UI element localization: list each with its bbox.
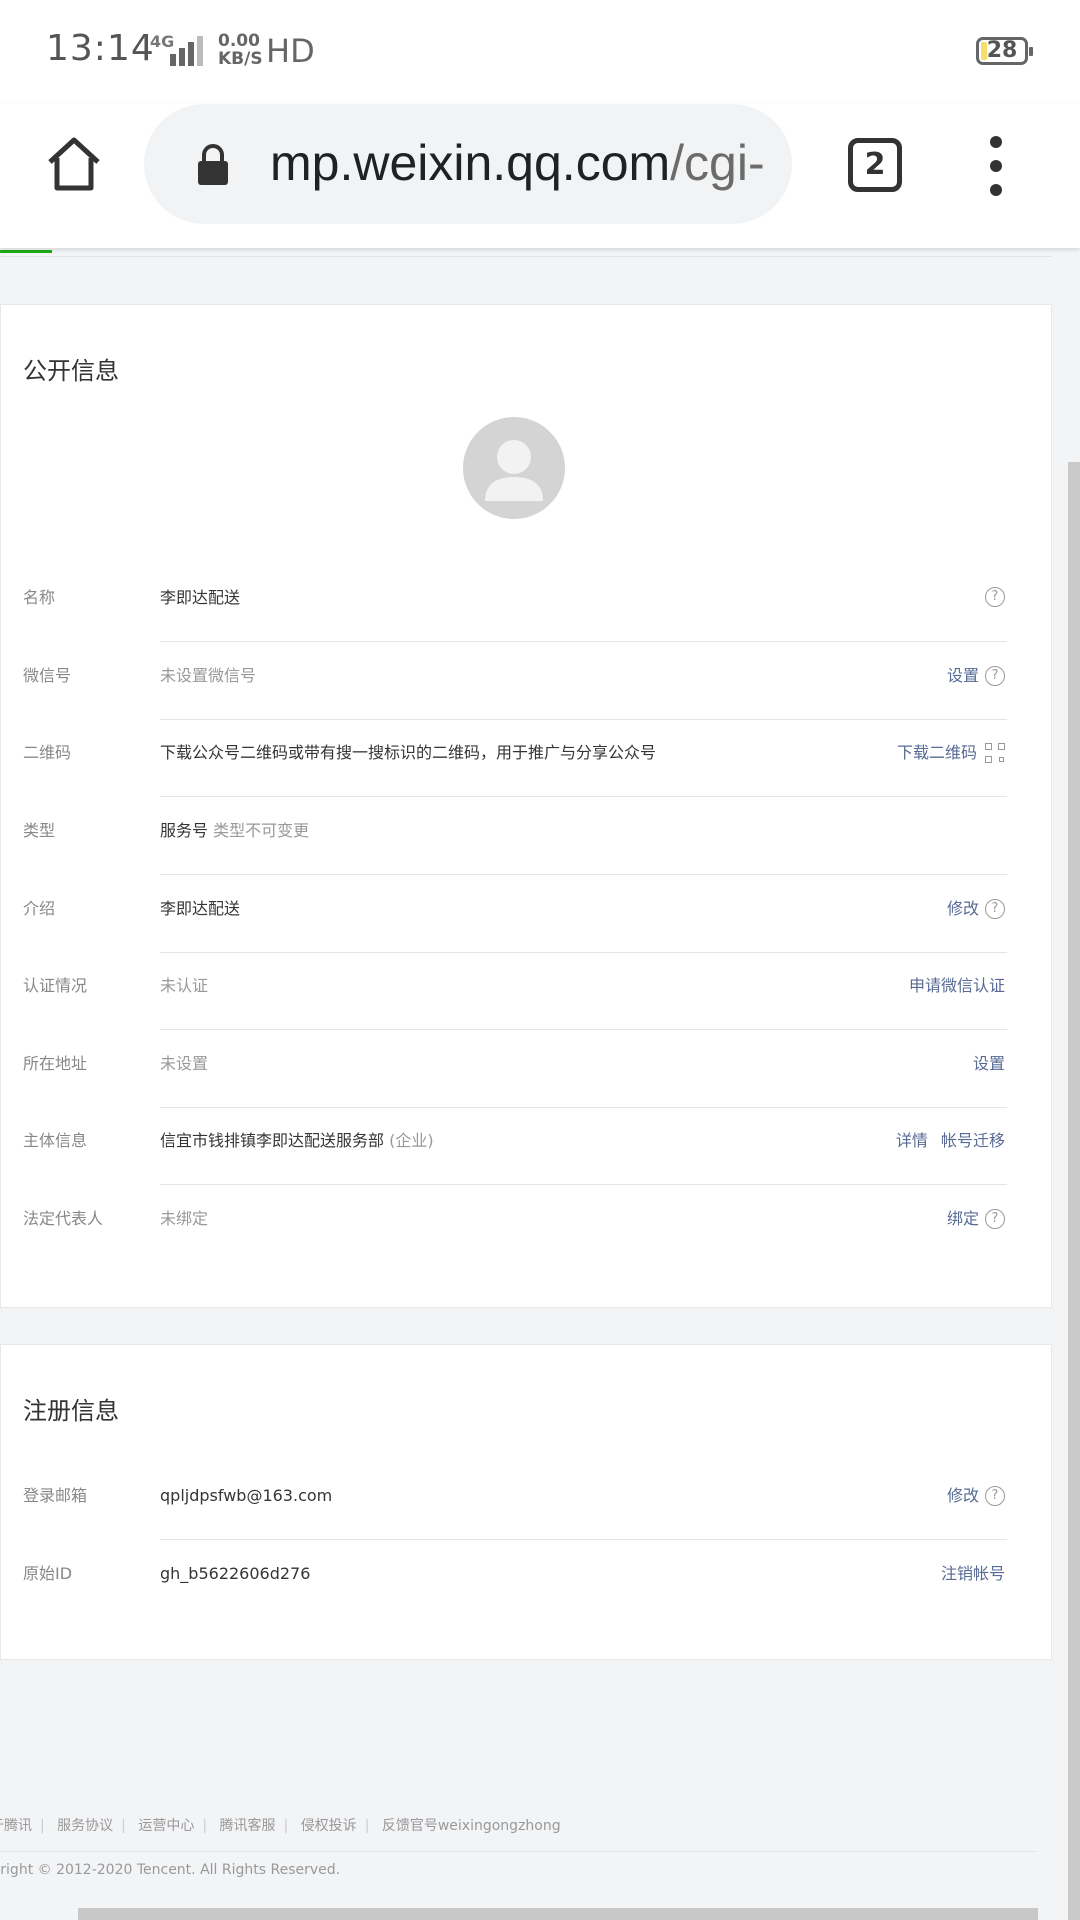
- hd-indicator: HD: [266, 32, 315, 70]
- row-login-email: 登录邮箱 qpljdpsfwb@163.com 修改?: [23, 1485, 1007, 1562]
- account-migration-link[interactable]: 帐号迁移: [941, 1130, 1005, 1152]
- register-info-card: 注册信息 登录邮箱 qpljdpsfwb@163.com 修改? 原始ID gh…: [0, 1344, 1052, 1660]
- row-name: 名称 李即达配送 ?: [23, 587, 1007, 664]
- row-original-id: 原始ID gh_b5622606d276 注销帐号: [23, 1563, 1005, 1585]
- footer-link-support[interactable]: 腾讯客服: [220, 1818, 276, 1834]
- qrcode-icon[interactable]: [985, 743, 1005, 763]
- footer-links: 于腾讯| 服务协议| 运营中心| 腾讯客服| 侵权投诉| 反馈官号weixing…: [0, 1815, 561, 1835]
- lock-icon: [198, 144, 228, 185]
- status-bar: 13:14 4G 0.00 KB/S HD 28: [0, 0, 1080, 104]
- edit-email-link[interactable]: 修改: [947, 1485, 979, 1507]
- entity-details-link[interactable]: 详情: [896, 1130, 928, 1152]
- row-verification: 认证情况 未认证 申请微信认证: [23, 975, 1007, 1052]
- help-icon[interactable]: ?: [985, 666, 1005, 686]
- row-wechat-id: 微信号 未设置微信号 设置?: [23, 665, 1007, 742]
- footer-link-ops-center[interactable]: 运营中心: [138, 1818, 194, 1834]
- edit-intro-link[interactable]: 修改: [947, 898, 979, 920]
- active-tab-indicator: [0, 250, 52, 253]
- signal-icon: [170, 36, 203, 66]
- battery-icon: 28: [976, 37, 1033, 65]
- set-wechat-id-link[interactable]: 设置: [947, 665, 979, 687]
- url-text[interactable]: mp.weixin.qq.com/cgi-: [270, 130, 770, 196]
- row-legal-rep: 法定代表人 未绑定 绑定?: [23, 1208, 1005, 1285]
- row-entity: 主体信息 信宜市钱排镇李即达配送服务部 (企业) 详情 帐号迁移: [23, 1130, 1007, 1207]
- battery-level: 28: [986, 38, 1018, 63]
- address-bar[interactable]: mp.weixin.qq.com/cgi-: [144, 104, 792, 224]
- more-menu-icon[interactable]: [980, 136, 1012, 196]
- horizontal-scrollbar[interactable]: [78, 1908, 1038, 1920]
- public-info-title: 公开信息: [23, 357, 119, 385]
- vertical-scrollbar[interactable]: [1068, 462, 1080, 1920]
- footer-link-complaint[interactable]: 侵权投诉: [301, 1818, 357, 1834]
- cancel-account-link[interactable]: 注销帐号: [941, 1563, 1005, 1585]
- help-icon[interactable]: ?: [985, 1486, 1005, 1506]
- help-icon[interactable]: ?: [985, 587, 1005, 607]
- help-icon[interactable]: ?: [985, 899, 1005, 919]
- row-intro: 介绍 李即达配送 修改?: [23, 898, 1007, 975]
- footer-copyright: yright © 2012-2020 Tencent. All Rights R…: [0, 1862, 341, 1878]
- user-icon: [485, 440, 543, 501]
- footer-link-about[interactable]: 于腾讯: [0, 1818, 32, 1834]
- footer-divider: [0, 1851, 1036, 1852]
- avatar[interactable]: [463, 417, 565, 519]
- apply-verification-link[interactable]: 申请微信认证: [909, 975, 1005, 997]
- home-icon[interactable]: [44, 134, 104, 194]
- row-address: 所在地址 未设置 设置: [23, 1053, 1007, 1130]
- footer-link-agreement[interactable]: 服务协议: [57, 1818, 113, 1834]
- network-speed: 0.00 KB/S: [218, 31, 263, 69]
- row-type: 类型 服务号 类型不可变更: [23, 820, 1007, 897]
- set-address-link[interactable]: 设置: [973, 1053, 1005, 1075]
- bind-legal-rep-link[interactable]: 绑定: [947, 1208, 979, 1230]
- help-icon[interactable]: ?: [985, 1209, 1005, 1229]
- browser-toolbar: mp.weixin.qq.com/cgi- 2: [0, 104, 1080, 248]
- nav-underline: [0, 248, 1052, 257]
- register-info-title: 注册信息: [23, 1397, 119, 1425]
- status-time: 13:14: [46, 28, 155, 69]
- download-qrcode-link[interactable]: 下载二维码: [897, 742, 977, 764]
- row-qrcode: 二维码 下载公众号二维码或带有搜一搜标识的二维码，用于推广与分享公众号 下载二维…: [23, 742, 1007, 819]
- public-info-card: 公开信息 名称 李即达配送 ? 微信号 未设置微信号 设置? 二维码 下载公众号…: [0, 304, 1052, 1308]
- footer-link-feedback[interactable]: 反馈官号weixingongzhong: [382, 1818, 561, 1834]
- tab-switcher-button[interactable]: 2: [848, 138, 902, 192]
